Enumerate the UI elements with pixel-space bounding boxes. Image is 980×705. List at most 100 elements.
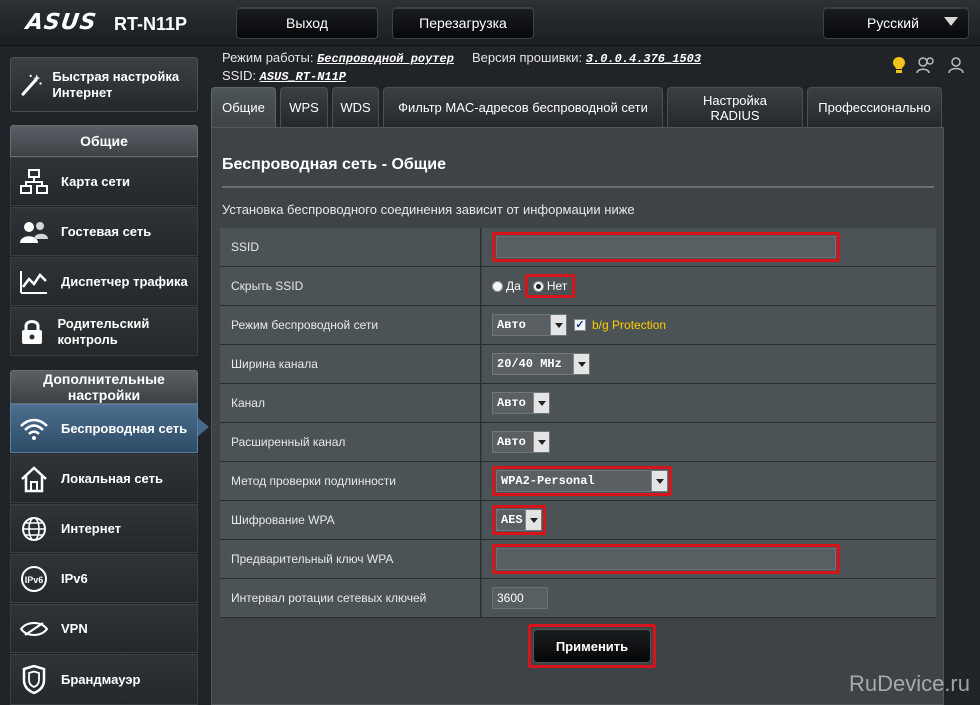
apply-button-wrap: Применить (528, 624, 656, 668)
globe-icon (22, 516, 46, 541)
wpa-encryption-value: AES (501, 513, 523, 527)
form-row-ext-channel: Расширенный канал Авто (220, 423, 936, 462)
hide-ssid-no-label: Нет (546, 279, 568, 293)
chevron-down-icon (525, 510, 541, 530)
top-bar: ASUS RT-N11P Выход Перезагрузка Русский (0, 0, 980, 46)
sidebar-header-advanced: Дополнительные настройки (10, 370, 198, 404)
notification-bulb-icon[interactable] (892, 56, 906, 74)
form-row-wireless-mode: Режим беспроводной сети Авто ✓ b/g Prote… (220, 306, 936, 345)
sidebar-item-label: VPN (61, 620, 88, 636)
traffic-manager-icon (20, 270, 47, 294)
key-rotation-input[interactable] (492, 587, 548, 609)
sidebar-item-label: Брандмауэр (61, 671, 141, 687)
auth-method-select[interactable]: WPA2-Personal (496, 470, 668, 492)
sidebar-item-vpn[interactable]: VPN (10, 604, 198, 653)
firmware-link[interactable]: 3.0.0.4.376_1503 (586, 52, 701, 66)
sidebar-item-internet[interactable]: Интернет (10, 504, 198, 553)
sidebar-item-network-map[interactable]: Карта сети (10, 157, 198, 206)
highlight-box (492, 544, 840, 574)
hide-ssid-no-radio[interactable] (532, 280, 544, 292)
firmware-label: Версия прошивки: (471, 50, 583, 65)
sidebar-item-label: Карта сети (61, 173, 130, 189)
tab-wds[interactable]: WDS (332, 87, 379, 127)
home-icon (21, 465, 47, 492)
channel-value: Авто (497, 396, 526, 410)
ssid-status-link[interactable]: ASUS_RT-N11P (260, 70, 346, 84)
mode-label: Режим работы: (222, 50, 314, 65)
sidebar-item-label: Диспетчер трафика (61, 273, 188, 289)
hide-ssid-yes-label: Да (506, 279, 521, 293)
usb-devices-icon[interactable] (946, 56, 966, 74)
page-description: Установка беспроводного соединения завис… (222, 202, 635, 217)
active-indicator-arrow (198, 418, 209, 436)
ssid-label: SSID (220, 228, 481, 266)
ext-channel-label: Расширенный канал (220, 423, 481, 461)
guest-network-icon (20, 221, 48, 243)
sidebar-item-parental-control[interactable]: Родительский контроль (10, 307, 198, 356)
wireless-mode-select[interactable]: Авто (492, 314, 567, 336)
mode-link[interactable]: Беспроводной роутер (317, 52, 454, 66)
chevron-down-icon (651, 471, 667, 491)
status-icons (892, 56, 966, 74)
sidebar-item-lan[interactable]: Локальная сеть (10, 454, 198, 503)
form-row-wpa-key: Предварительный ключ WPA (220, 540, 936, 579)
language-select[interactable]: Русский (823, 7, 969, 39)
sidebar-header-general: Общие (10, 125, 198, 157)
ssid-status-label: SSID: (222, 68, 256, 83)
apply-button[interactable]: Применить (533, 629, 651, 663)
channel-width-select[interactable]: 20/40 MHz (492, 353, 590, 375)
firewall-shield-icon (22, 664, 46, 694)
watermark: RuDevice.ru (848, 671, 970, 696)
tab-radius[interactable]: Настройка RADIUS (667, 87, 803, 127)
chevron-down-icon (944, 17, 958, 26)
key-rotation-label: Интервал ротации сетевых ключей (220, 579, 481, 617)
sidebar-item-firewall[interactable]: Брандмауэр (10, 654, 198, 705)
auth-method-label: Метод проверки подлинности (220, 462, 481, 500)
ipv6-icon: IPv6 (21, 565, 47, 592)
sidebar-item-label: Интернет (61, 520, 122, 536)
ext-channel-select[interactable]: Авто (492, 431, 550, 453)
asus-logo: ASUS (24, 10, 99, 35)
bg-protection-checkbox[interactable]: ✓ (574, 319, 586, 331)
wpa-key-input[interactable] (496, 548, 836, 570)
ext-channel-value: Авто (497, 435, 526, 449)
sidebar-item-wireless[interactable]: Беспроводная сеть (10, 404, 198, 453)
highlight-box (492, 232, 840, 262)
clients-icon[interactable] (916, 56, 936, 74)
sidebar-item-ipv6[interactable]: IPv6 IPv6 (10, 554, 198, 603)
chevron-down-icon (533, 393, 549, 413)
status-line-ssid: SSID: ASUS_RT-N11P (222, 68, 346, 84)
hide-ssid-yes-radio[interactable] (492, 280, 503, 292)
quick-setup-button[interactable]: Быстрая настройка Интернет (10, 57, 198, 112)
auth-method-value: WPA2-Personal (501, 474, 595, 488)
sidebar-item-traffic-manager[interactable]: Диспетчер трафика (10, 257, 198, 306)
sidebar-item-label: Локальная сеть (61, 470, 163, 486)
wpa-encryption-label: Шифрование WPA (220, 501, 481, 539)
form-row-wpa-encryption: Шифрование WPA AES (220, 501, 936, 540)
hide-ssid-label: Скрыть SSID (220, 267, 481, 305)
reboot-button[interactable]: Перезагрузка (392, 7, 534, 39)
tab-general[interactable]: Общие (211, 87, 276, 127)
wpa-encryption-select[interactable]: AES (496, 509, 542, 531)
form-row-channel: Канал Авто (220, 384, 936, 423)
sidebar-item-label: Родительский контроль (57, 315, 150, 347)
status-line-mode: Режим работы: Беспроводной роутер Версия… (222, 50, 701, 66)
form-row-channel-width: Ширина канала 20/40 MHz (220, 345, 936, 384)
bg-protection-label: b/g Protection (592, 318, 667, 332)
logout-button[interactable]: Выход (236, 7, 378, 39)
sidebar-item-guest-network[interactable]: Гостевая сеть (10, 207, 198, 256)
ssid-input[interactable] (496, 236, 836, 258)
form-row-key-rotation: Интервал ротации сетевых ключей (220, 579, 936, 618)
channel-select[interactable]: Авто (492, 392, 550, 414)
tab-wps[interactable]: WPS (280, 87, 328, 127)
magic-wand-icon (21, 73, 42, 96)
highlight-box: Применить (528, 624, 656, 668)
vpn-icon (19, 621, 49, 636)
tab-professional[interactable]: Профессионально (807, 87, 942, 127)
wifi-icon (20, 418, 48, 440)
form-row-ssid: SSID (220, 228, 936, 267)
tab-mac-filter[interactable]: Фильтр MAC-адресов беспроводной сети (383, 87, 663, 127)
sidebar-item-label: IPv6 (61, 570, 88, 586)
form-row-auth-method: Метод проверки подлинности WPA2-Personal (220, 462, 936, 501)
quick-setup-label: Быстрая настройка Интернет (52, 68, 180, 100)
